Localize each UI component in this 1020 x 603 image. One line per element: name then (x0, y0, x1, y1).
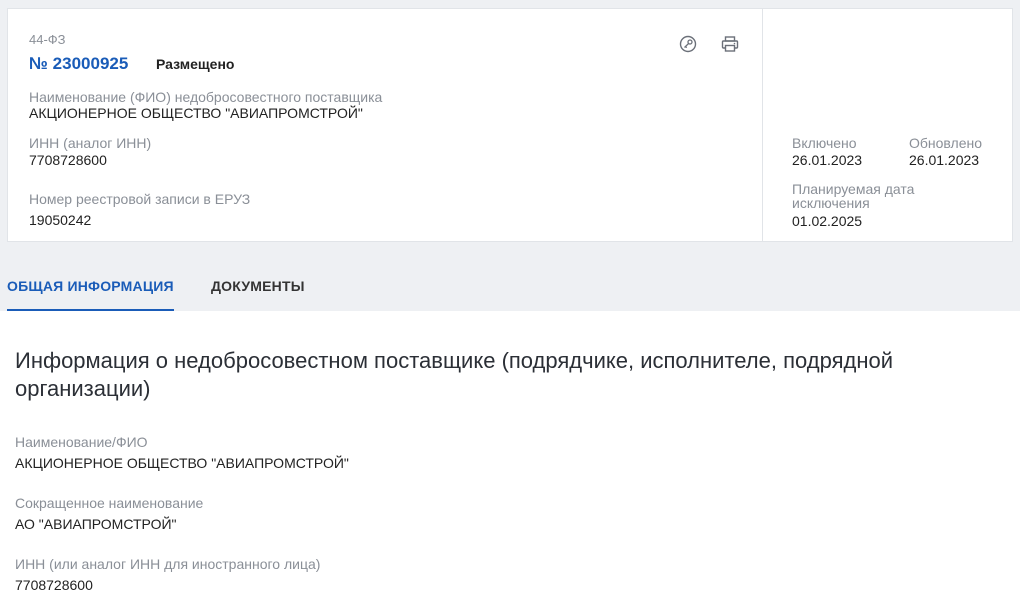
card-main: 44-ФЗ № 23000925 Размещено Наименование … (8, 9, 763, 241)
print-icon[interactable] (720, 34, 740, 54)
included-date: 26.01.2023 (792, 152, 863, 168)
field-short-name-label: Сокращенное наименование (15, 495, 204, 511)
field-short-name-value: АО "АВИАПРОМСТРОЙ" (15, 516, 177, 532)
registry-card: 44-ФЗ № 23000925 Размещено Наименование … (7, 8, 1013, 242)
tab-documents[interactable]: ДОКУМЕНТЫ (211, 263, 305, 309)
registry-number[interactable]: № 23000925 (29, 54, 128, 74)
field-name-label: Наименование/ФИО (15, 434, 148, 450)
eruz-label: Номер реестровой записи в ЕРУЗ (29, 191, 251, 207)
law-label: 44-ФЗ (29, 32, 66, 47)
status-badge: Размещено (156, 56, 235, 72)
section-title: Информация о недобросовестном поставщике… (15, 348, 893, 401)
card-dates: Включено 26.01.2023 Обновлено 26.01.2023… (763, 9, 1013, 241)
tab-bar: ОБЩАЯ ИНФОРМАЦИЯ ДОКУМЕНТЫ (0, 263, 1020, 311)
tab-general-info[interactable]: ОБЩАЯ ИНФОРМАЦИЯ (7, 263, 174, 311)
planned-exclusion-date: 01.02.2025 (792, 213, 863, 229)
supplier-name: АКЦИОНЕРНОЕ ОБЩЕСТВО "АВИАПРОМСТРОЙ" (29, 105, 363, 121)
inn-label: ИНН (аналог ИНН) (29, 135, 152, 151)
updated-label: Обновлено (909, 135, 983, 151)
general-info-panel: Информация о недобросовестном поставщике… (0, 311, 1020, 603)
field-inn-label: ИНН (или аналог ИНН для иностранного лиц… (15, 556, 321, 572)
inn-value: 7708728600 (29, 152, 107, 168)
supplier-name-label: Наименование (ФИО) недобросовестного пос… (29, 89, 383, 105)
field-inn-value: 7708728600 (15, 577, 93, 593)
key-icon[interactable] (678, 34, 698, 54)
included-label: Включено (792, 135, 857, 151)
updated-date: 26.01.2023 (909, 152, 980, 168)
eruz-value: 19050242 (29, 212, 92, 228)
field-name-value: АКЦИОНЕРНОЕ ОБЩЕСТВО "АВИАПРОМСТРОЙ" (15, 455, 349, 471)
planned-exclusion-label: Планируемая дата исключения (792, 181, 915, 211)
